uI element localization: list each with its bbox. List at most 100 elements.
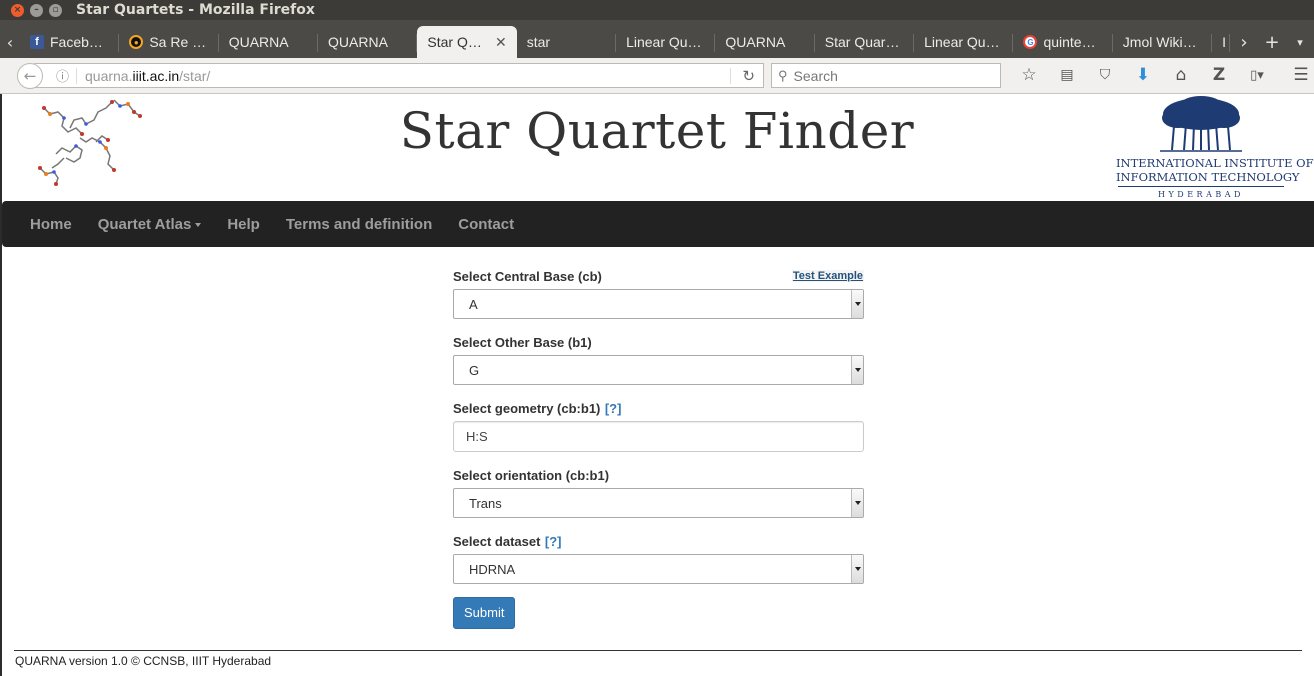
logo-line-2: INFORMATION TECHNOLOGY: [1116, 170, 1300, 184]
orientation-label: Select orientation (cb:b1): [453, 467, 610, 483]
nav-home[interactable]: Home: [2, 216, 85, 233]
tab-label: QUARNA: [328, 34, 388, 50]
main-navbar: Home Quartet Atlas Help Terms and defini…: [2, 201, 1314, 247]
tab-label: Jmol Wiki…: [1122, 34, 1197, 50]
tab-label: Linear Qu…: [924, 34, 1000, 50]
central-base-select[interactable]: A: [453, 289, 864, 319]
tab-label: Faceb…: [50, 34, 103, 50]
new-tab-icon[interactable]: +: [1258, 32, 1286, 53]
tab-list-dropdown-icon[interactable]: ▾: [1286, 36, 1314, 49]
iiit-logo: INTERNATIONAL INSTITUTE OF INFORMATION T…: [1116, 96, 1314, 200]
geometry-input[interactable]: H:S: [453, 421, 864, 452]
central-base-label: Select Central Base (cb): [453, 268, 602, 284]
search-input[interactable]: ⚲ Search: [771, 63, 1001, 88]
navigation-bar: ⓘ quarna. iiit.ac.in/star/ ↻ ← ⚲ Search ☆…: [0, 58, 1314, 94]
facebook-icon: f: [30, 35, 44, 49]
tab-linear-quartets-1[interactable]: Linear Qu…: [616, 26, 716, 58]
nav-quartet-atlas-label: Quartet Atlas: [97, 215, 192, 233]
other-base-group: Select Other Base (b1) G: [453, 332, 864, 385]
url-bar[interactable]: ⓘ quarna. iiit.ac.in/star/ ↻: [34, 63, 764, 88]
tab-label: quinte…: [1043, 34, 1096, 50]
footer-text: QUARNA version 1.0 © CCNSB, IIIT Hyderab…: [15, 654, 272, 668]
orientation-select[interactable]: Trans: [453, 488, 864, 518]
reload-separator: [730, 68, 731, 84]
url-separator: [76, 67, 77, 84]
dataset-help-link[interactable]: [?]: [545, 534, 562, 549]
geometry-value: H:S: [466, 429, 488, 444]
search-icon: ⚲: [778, 67, 788, 83]
window-minimize-button[interactable]: –: [30, 3, 43, 17]
site-info-icon[interactable]: ⓘ: [56, 66, 72, 85]
test-example-link[interactable]: Test Example: [791, 270, 864, 282]
zotero-icon[interactable]: Z: [1200, 65, 1238, 85]
tab-quarna-2[interactable]: QUARNA: [318, 26, 418, 58]
window-titlebar: × – ▫ Star Quartets - Mozilla Firefox: [0, 0, 1314, 20]
tab-partial[interactable]: I: [1212, 26, 1230, 58]
dataset-label: Select dataset: [453, 533, 541, 549]
tab-facebook[interactable]: f Faceb…: [20, 26, 120, 58]
page-left-border: [0, 94, 2, 676]
site-header: Star Quartet Finder INTERNATIONAL INSTIT…: [0, 94, 1314, 201]
toolbar-icons: ☆ ▤ ⛉ ⬇ ⌂ Z ▯▾ ☰: [1010, 62, 1314, 88]
tab-star-quartets-2[interactable]: Star Quar…: [815, 26, 915, 58]
downloads-icon[interactable]: ⬇: [1124, 65, 1162, 85]
tab-google[interactable]: Gquinte…: [1013, 26, 1113, 58]
dataset-value: HDRNA: [469, 561, 516, 577]
google-icon: G: [1023, 35, 1038, 49]
tab-label: Sa Re …: [149, 34, 207, 50]
chevron-down-icon[interactable]: [851, 290, 863, 318]
caret-down-icon: [195, 222, 202, 227]
orientation-group: Select orientation (cb:b1) Trans: [453, 465, 864, 518]
home-icon[interactable]: ⌂: [1162, 65, 1200, 85]
tab-quarna-1[interactable]: QUARNA: [219, 26, 319, 58]
chevron-down-icon[interactable]: [851, 489, 863, 517]
tab-star-quartets[interactable]: Star Q… ✕: [417, 26, 517, 58]
pocket-icon[interactable]: ⛉: [1086, 67, 1124, 83]
page-action-icon[interactable]: ▯▾: [1238, 68, 1276, 83]
tab-scroll-right-icon[interactable]: ›: [1230, 32, 1258, 53]
url-prefix: quarna.: [85, 67, 133, 84]
back-arrow-icon: ←: [23, 67, 37, 85]
nav-quartet-atlas[interactable]: Quartet Atlas: [85, 216, 215, 233]
page-content: Star Quartet Finder INTERNATIONAL INSTIT…: [0, 94, 1314, 676]
geometry-label: Select geometry (cb:b1): [453, 400, 601, 416]
chevron-down-icon[interactable]: [851, 555, 863, 583]
logo-line-1: INTERNATIONAL INSTITUTE OF: [1116, 156, 1314, 170]
tab-quarna-3[interactable]: QUARNA: [715, 26, 815, 58]
tab-strip: ‹ f Faceb… ● Sa Re … QUARNA QUARNA Star Q……: [0, 20, 1314, 58]
reading-list-icon[interactable]: ▤: [1048, 67, 1086, 83]
bookmark-star-icon[interactable]: ☆: [1010, 65, 1048, 85]
tab-jmol-wiki[interactable]: Jmol Wiki…: [1113, 26, 1213, 58]
window-maximize-button[interactable]: ▫: [49, 3, 62, 17]
url-path: /star/: [179, 67, 211, 84]
geometry-help-link[interactable]: [?]: [605, 401, 622, 416]
tab-star[interactable]: star: [517, 26, 617, 58]
tab-linear-quartets-2[interactable]: Linear Qu…: [914, 26, 1014, 58]
central-base-value: A: [469, 296, 478, 312]
reload-icon[interactable]: ↻: [742, 67, 755, 85]
logo-divider: [1118, 186, 1284, 187]
geometry-group: Select geometry (cb:b1) [?] H:S: [453, 398, 864, 452]
nav-terms[interactable]: Terms and definition: [273, 216, 445, 233]
dataset-select[interactable]: HDRNA: [453, 554, 864, 584]
tab-sa-re[interactable]: ● Sa Re …: [119, 26, 219, 58]
submit-button[interactable]: Submit: [453, 597, 516, 629]
nav-contact[interactable]: Contact: [445, 216, 527, 233]
menu-hamburger-icon[interactable]: ☰: [1282, 65, 1314, 85]
tab-close-icon[interactable]: ✕: [495, 34, 507, 51]
window-close-button[interactable]: ×: [11, 3, 24, 17]
tab-scroll-left-icon[interactable]: ‹: [0, 26, 20, 58]
nav-help[interactable]: Help: [214, 216, 273, 233]
dataset-group: Select dataset [?] HDRNA: [453, 531, 864, 584]
back-button[interactable]: ←: [17, 63, 43, 89]
other-base-label: Select Other Base (b1): [453, 334, 592, 350]
logo-line-3: HYDERABAD: [1158, 190, 1244, 199]
tab-list: f Faceb… ● Sa Re … QUARNA QUARNA Star Q… ✕ …: [20, 26, 1230, 58]
tab-label: QUARNA: [725, 34, 786, 50]
search-placeholder: Search: [793, 67, 838, 84]
chevron-down-icon[interactable]: [851, 356, 863, 384]
tab-label: Star Quar…: [824, 34, 900, 50]
tab-label: Star Q…: [427, 34, 482, 50]
other-base-select[interactable]: G: [453, 355, 864, 385]
url-domain: iiit.ac.in: [132, 67, 180, 84]
